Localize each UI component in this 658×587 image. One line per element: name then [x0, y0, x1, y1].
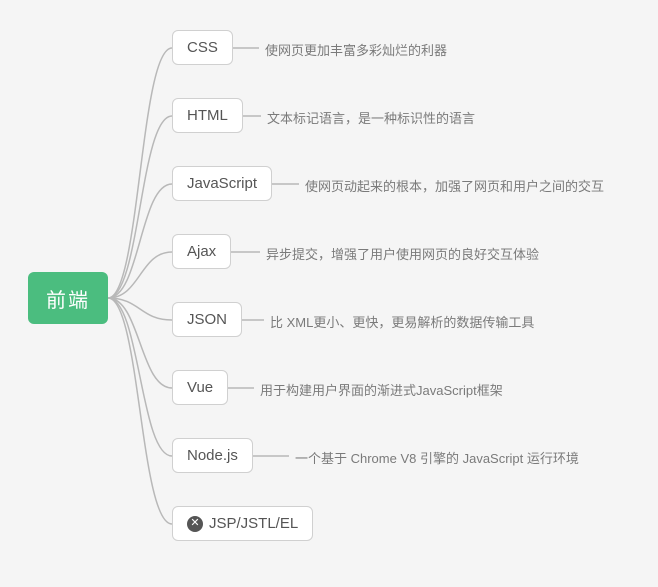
- desc-node-json: 比 XML更小、更快，更易解析的数据传输工具: [270, 312, 534, 331]
- topic-node-css[interactable]: CSS: [172, 30, 233, 65]
- topic-label: Ajax: [187, 243, 216, 260]
- topic-node-vue[interactable]: Vue: [172, 370, 228, 405]
- topic-label: JavaScript: [187, 175, 257, 192]
- root-label: 前端: [46, 284, 90, 313]
- topic-node-nodejs[interactable]: Node.js: [172, 438, 253, 473]
- topic-label: Node.js: [187, 447, 238, 464]
- desc-node-vue: 用于构建用户界面的渐进式JavaScript框架: [260, 380, 503, 399]
- close-icon[interactable]: ✕: [187, 516, 203, 532]
- topic-node-json[interactable]: JSON: [172, 302, 242, 337]
- topic-node-ajax[interactable]: Ajax: [172, 234, 231, 269]
- topic-node-jsp[interactable]: ✕ JSP/JSTL/EL: [172, 506, 313, 541]
- mindmap-canvas: 前端 CSS 使网页更加丰富多彩灿烂的利器 HTML 文本标记语言，是一种标识性…: [0, 0, 658, 587]
- topic-label: JSP/JSTL/EL: [209, 515, 298, 532]
- topic-label: JSON: [187, 311, 227, 328]
- topic-node-javascript[interactable]: JavaScript: [172, 166, 272, 201]
- topic-node-html[interactable]: HTML: [172, 98, 243, 133]
- desc-node-ajax: 异步提交，增强了用户使用网页的良好交互体验: [266, 244, 539, 263]
- topic-label: HTML: [187, 107, 228, 124]
- desc-node-css: 使网页更加丰富多彩灿烂的利器: [265, 40, 447, 59]
- root-node[interactable]: 前端: [28, 272, 108, 324]
- desc-node-nodejs: 一个基于 Chrome V8 引擎的 JavaScript 运行环境: [295, 448, 579, 467]
- topic-label: Vue: [187, 379, 213, 396]
- topic-label: CSS: [187, 39, 218, 56]
- desc-node-javascript: 使网页动起来的根本，加强了网页和用户之间的交互: [305, 176, 604, 195]
- desc-node-html: 文本标记语言，是一种标识性的语言: [267, 108, 475, 127]
